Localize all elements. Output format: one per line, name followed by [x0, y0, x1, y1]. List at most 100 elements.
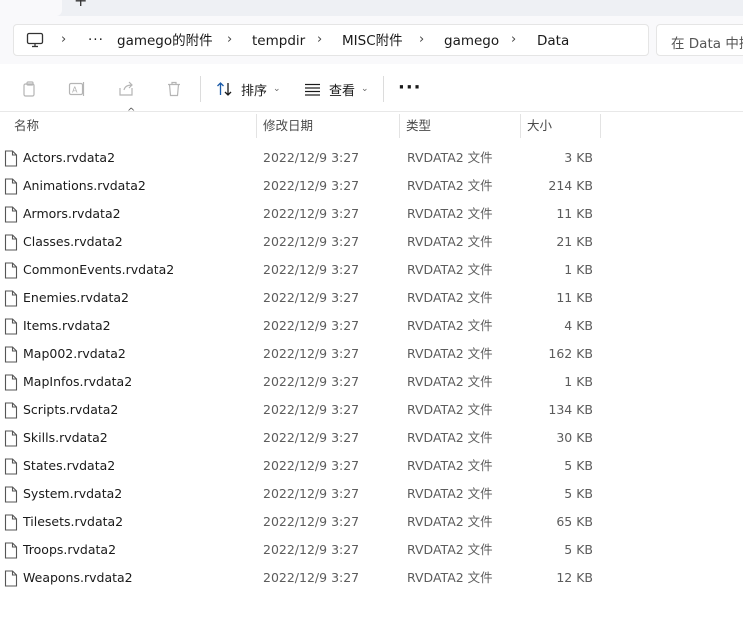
- file-name: Enemies.rvdata2: [23, 290, 129, 305]
- file-size: 12 KB: [556, 570, 593, 585]
- sort-button[interactable]: 排序 ⌄: [216, 78, 281, 100]
- file-date: 2022/12/9 3:27: [263, 234, 360, 249]
- column-header-type[interactable]: 类型: [400, 112, 520, 140]
- column-header-row: ^ 名称 修改日期 类型 大小: [0, 107, 743, 140]
- file-row[interactable]: Items.rvdata2 2022/12/9 3:27 RVDATA2 文件 …: [0, 312, 600, 340]
- chevron-right-icon[interactable]: ›: [61, 33, 71, 46]
- rename-icon[interactable]: A: [68, 80, 86, 98]
- file-type: RVDATA2 文件: [407, 346, 493, 361]
- address-bar-row: › ··· gamego的附件 › tempdir › MISC附件 › gam…: [0, 16, 743, 64]
- new-tab-button[interactable]: +: [74, 0, 90, 9]
- view-button[interactable]: 查看 ⌄: [304, 78, 369, 100]
- view-label: 查看: [329, 83, 356, 99]
- sort-label: 排序: [241, 83, 268, 99]
- breadcrumb-segment-current[interactable]: Data: [537, 32, 569, 50]
- column-header-date[interactable]: 修改日期: [257, 112, 399, 140]
- chevron-down-icon: ⌄: [361, 84, 369, 94]
- file-row[interactable]: Animations.rvdata2 2022/12/9 3:27 RVDATA…: [0, 172, 600, 200]
- file-row[interactable]: Enemies.rvdata2 2022/12/9 3:27 RVDATA2 文…: [0, 284, 600, 312]
- search-input[interactable]: 在 Data 中搜索: [656, 24, 743, 56]
- tab-strip: +: [0, 0, 743, 16]
- file-date: 2022/12/9 3:27: [263, 402, 360, 417]
- chevron-right-icon[interactable]: ›: [419, 33, 429, 46]
- file-date: 2022/12/9 3:27: [263, 458, 360, 473]
- file-size: 30 KB: [556, 430, 593, 445]
- file-date: 2022/12/9 3:27: [263, 206, 360, 221]
- file-type: RVDATA2 文件: [407, 458, 493, 473]
- toolbar-divider: [200, 76, 201, 102]
- file-row[interactable]: Troops.rvdata2 2022/12/9 3:27 RVDATA2 文件…: [0, 536, 600, 564]
- file-row[interactable]: Scripts.rvdata2 2022/12/9 3:27 RVDATA2 文…: [0, 396, 600, 424]
- chevron-right-icon[interactable]: ›: [317, 33, 327, 46]
- breadcrumb-segment[interactable]: gamego的附件: [117, 32, 213, 50]
- more-options-button[interactable]: ···: [398, 77, 422, 98]
- monitor-icon[interactable]: [26, 32, 44, 48]
- file-name: Skills.rvdata2: [23, 430, 108, 445]
- breadcrumb[interactable]: › ··· gamego的附件 › tempdir › MISC附件 › gam…: [13, 24, 649, 56]
- file-name: Classes.rvdata2: [23, 234, 123, 249]
- file-icon: [4, 317, 18, 335]
- sort-icon: [217, 82, 232, 96]
- breadcrumb-segment[interactable]: gamego: [444, 32, 499, 50]
- file-size: 11 KB: [556, 290, 593, 305]
- file-row[interactable]: System.rvdata2 2022/12/9 3:27 RVDATA2 文件…: [0, 480, 600, 508]
- file-row[interactable]: States.rvdata2 2022/12/9 3:27 RVDATA2 文件…: [0, 452, 600, 480]
- file-size: 65 KB: [556, 514, 593, 529]
- breadcrumb-overflow-button[interactable]: ···: [88, 31, 104, 49]
- file-name: Actors.rvdata2: [23, 150, 116, 165]
- file-row[interactable]: Weapons.rvdata2 2022/12/9 3:27 RVDATA2 文…: [0, 564, 600, 592]
- column-header-name[interactable]: 名称: [8, 112, 258, 140]
- file-icon: [4, 401, 18, 419]
- file-row[interactable]: CommonEvents.rvdata2 2022/12/9 3:27 RVDA…: [0, 256, 600, 284]
- delete-icon[interactable]: [165, 80, 183, 98]
- file-row[interactable]: Map002.rvdata2 2022/12/9 3:27 RVDATA2 文件…: [0, 340, 600, 368]
- file-size: 21 KB: [556, 234, 593, 249]
- file-size: 162 KB: [548, 346, 593, 361]
- file-type: RVDATA2 文件: [407, 374, 493, 389]
- file-type: RVDATA2 文件: [407, 234, 493, 249]
- column-resize-handle[interactable]: [600, 114, 601, 138]
- file-date: 2022/12/9 3:27: [263, 542, 360, 557]
- file-icon: [4, 513, 18, 531]
- breadcrumb-segment[interactable]: MISC附件: [342, 32, 403, 50]
- file-size: 5 KB: [564, 542, 593, 557]
- file-icon: [4, 205, 18, 223]
- command-bar: A 排序 ⌄ 查看 ⌄ ···: [0, 64, 743, 112]
- file-row[interactable]: Tilesets.rvdata2 2022/12/9 3:27 RVDATA2 …: [0, 508, 600, 536]
- breadcrumb-segment[interactable]: tempdir: [252, 32, 305, 50]
- file-date: 2022/12/9 3:27: [263, 150, 360, 165]
- column-header-size[interactable]: 大小: [521, 112, 600, 140]
- file-size: 5 KB: [564, 486, 593, 501]
- file-date: 2022/12/9 3:27: [263, 178, 360, 193]
- file-row[interactable]: Skills.rvdata2 2022/12/9 3:27 RVDATA2 文件…: [0, 424, 600, 452]
- file-type: RVDATA2 文件: [407, 430, 493, 445]
- file-name: Troops.rvdata2: [23, 542, 117, 557]
- file-type: RVDATA2 文件: [407, 570, 493, 585]
- file-name: Tilesets.rvdata2: [23, 514, 124, 529]
- file-name: States.rvdata2: [23, 458, 116, 473]
- file-date: 2022/12/9 3:27: [263, 430, 360, 445]
- file-date: 2022/12/9 3:27: [263, 374, 360, 389]
- tab-current[interactable]: [0, 0, 62, 16]
- file-row[interactable]: Armors.rvdata2 2022/12/9 3:27 RVDATA2 文件…: [0, 200, 600, 228]
- file-icon: [4, 569, 18, 587]
- file-icon: [4, 345, 18, 363]
- file-row[interactable]: Classes.rvdata2 2022/12/9 3:27 RVDATA2 文…: [0, 228, 600, 256]
- copy-icon[interactable]: [21, 80, 39, 98]
- file-date: 2022/12/9 3:27: [263, 262, 360, 277]
- file-type: RVDATA2 文件: [407, 262, 493, 277]
- file-date: 2022/12/9 3:27: [263, 514, 360, 529]
- file-name: System.rvdata2: [23, 486, 123, 501]
- file-icon: [4, 429, 18, 447]
- file-row[interactable]: MapInfos.rvdata2 2022/12/9 3:27 RVDATA2 …: [0, 368, 600, 396]
- file-row[interactable]: Actors.rvdata2 2022/12/9 3:27 RVDATA2 文件…: [0, 144, 600, 172]
- chevron-right-icon[interactable]: ›: [511, 33, 521, 46]
- share-icon[interactable]: [117, 80, 135, 98]
- file-name: Animations.rvdata2: [23, 178, 146, 193]
- svg-text:A: A: [72, 86, 78, 95]
- chevron-right-icon[interactable]: ›: [227, 33, 237, 46]
- file-icon: [4, 149, 18, 167]
- file-size: 4 KB: [564, 318, 593, 333]
- file-type: RVDATA2 文件: [407, 206, 493, 221]
- file-type: RVDATA2 文件: [407, 290, 493, 305]
